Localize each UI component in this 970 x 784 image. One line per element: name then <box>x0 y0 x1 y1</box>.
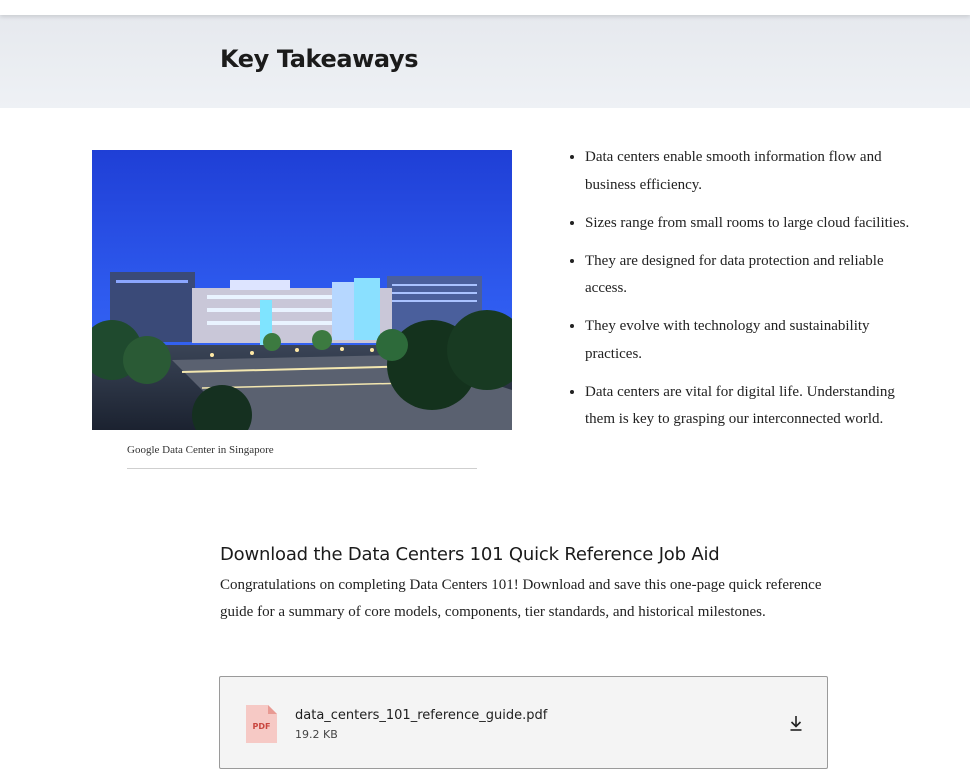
pdf-type-label: PDF <box>253 722 271 731</box>
file-name[interactable]: data_centers_101_reference_guide.pdf <box>295 708 547 723</box>
download-description: Congratulations on completing Data Cente… <box>220 577 822 620</box>
section-title: Key Takeaways <box>220 45 419 73</box>
section-header: Key Takeaways <box>0 15 970 108</box>
file-attachment-card[interactable]: PDF data_centers_101_reference_guide.pdf… <box>219 676 828 769</box>
data-center-photo <box>92 150 512 430</box>
pdf-file-icon: PDF <box>245 704 278 749</box>
download-heading: Download the Data Centers 101 Quick Refe… <box>220 544 720 565</box>
list-item: Data centers enable smooth information f… <box>585 144 915 199</box>
takeaways-list: Data centers enable smooth information f… <box>567 144 915 444</box>
list-item: They are designed for data protection an… <box>585 248 915 303</box>
list-item: They evolve with technology and sustaina… <box>585 313 915 368</box>
list-item: Sizes range from small rooms to large cl… <box>585 210 915 238</box>
file-size: 19.2 KB <box>295 728 338 741</box>
download-icon[interactable] <box>786 713 806 733</box>
image-caption: Google Data Center in Singapore <box>127 444 477 469</box>
top-navigation-bar <box>0 0 970 15</box>
list-item: Data centers are vital for digital life.… <box>585 379 915 434</box>
